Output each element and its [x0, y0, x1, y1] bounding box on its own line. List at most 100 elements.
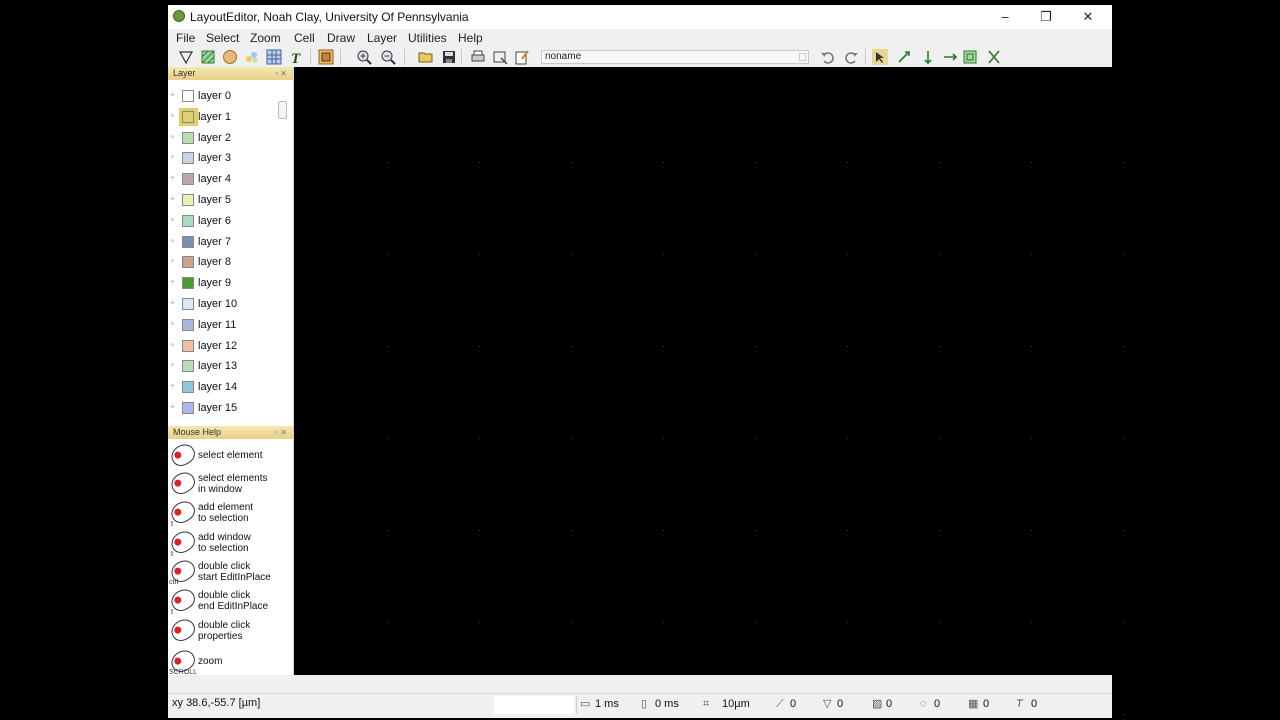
- modifier-key-icon: SCROLL: [169, 669, 198, 676]
- menu-draw[interactable]: Draw: [327, 31, 355, 45]
- layer-list-scrollbar[interactable]: [278, 101, 287, 119]
- layer-visibility-icon[interactable]: ◦: [171, 153, 177, 161]
- menu-utilities[interactable]: Utilities: [408, 31, 447, 45]
- layer-color-swatch[interactable]: [182, 173, 194, 186]
- layer-visibility-icon[interactable]: ◦: [171, 257, 177, 265]
- layer-visibility-icon[interactable]: ◦: [171, 132, 177, 140]
- scale-icon[interactable]: [962, 49, 978, 65]
- layer-color-swatch[interactable]: [182, 131, 194, 144]
- layer-color-swatch[interactable]: [182, 152, 194, 165]
- close-button[interactable]: ✕: [1068, 7, 1108, 27]
- circle-draw-icon[interactable]: [222, 49, 238, 65]
- layer-row[interactable]: ◦ layer 3: [168, 149, 280, 169]
- undo-icon[interactable]: [820, 49, 836, 65]
- layer-row[interactable]: ◦ layer 8: [168, 253, 280, 273]
- layer-row[interactable]: ◦ layer 4: [168, 170, 280, 190]
- layer-visibility-icon[interactable]: ◦: [171, 299, 177, 307]
- layer-visibility-icon[interactable]: ◦: [171, 278, 177, 286]
- menu-select[interactable]: Select: [206, 31, 239, 45]
- modifier-key-icon: ⇧: [169, 521, 175, 528]
- menu-layer[interactable]: Layer: [367, 31, 397, 45]
- layer-color-swatch[interactable]: [182, 214, 194, 227]
- layer-color-swatch[interactable]: [182, 235, 194, 248]
- cut-icon[interactable]: [986, 49, 1002, 65]
- layer-row[interactable]: ◦ layer 2: [168, 129, 280, 149]
- zoom-out-icon[interactable]: [380, 49, 396, 65]
- redo-icon[interactable]: [843, 49, 859, 65]
- layer-row[interactable]: ◦ layer 5: [168, 191, 280, 211]
- edit-icon[interactable]: [514, 49, 530, 65]
- grid-dot: [1123, 346, 1124, 347]
- layer-row[interactable]: ◦ layer 0: [168, 87, 280, 107]
- layer-panel-header: Layer ▫ ✕: [168, 67, 293, 80]
- layer-color-swatch[interactable]: [182, 360, 194, 373]
- layer-label: layer 8: [198, 256, 232, 269]
- screenshot-icon[interactable]: [492, 49, 508, 65]
- menu-file[interactable]: File: [176, 31, 195, 45]
- grid-dot: [663, 346, 664, 347]
- grid-dot: [479, 346, 480, 347]
- layer-color-swatch[interactable]: [182, 381, 194, 394]
- layer-color-swatch[interactable]: [182, 256, 194, 269]
- layer-visibility-icon[interactable]: ◦: [171, 215, 177, 223]
- layer-visibility-icon[interactable]: ◦: [171, 236, 177, 244]
- layer-color-swatch[interactable]: [182, 90, 194, 102]
- print-icon[interactable]: [470, 49, 486, 65]
- layer-color-swatch[interactable]: [182, 298, 194, 310]
- layer-row[interactable]: ◦ layer 1: [168, 107, 280, 128]
- rotate-icon[interactable]: [920, 49, 936, 65]
- cell-icon[interactable]: [318, 49, 334, 65]
- layer-visibility-icon[interactable]: ◦: [171, 111, 177, 119]
- select-mode-icon[interactable]: [872, 49, 888, 65]
- box-draw-icon[interactable]: [200, 49, 216, 65]
- layer-row[interactable]: ◦ layer 13: [168, 357, 280, 377]
- layer-row[interactable]: ◦ layer 15: [168, 399, 280, 419]
- menu-zoom[interactable]: Zoom: [250, 31, 281, 45]
- grid-dot: [847, 438, 848, 439]
- layer-row[interactable]: ◦ layer 6: [168, 212, 280, 232]
- layer-color-swatch[interactable]: [182, 277, 194, 290]
- restore-button[interactable]: ❐: [1026, 7, 1066, 27]
- cellref-icon[interactable]: [266, 49, 282, 65]
- layer-label: layer 0: [198, 90, 232, 102]
- layer-visibility-icon[interactable]: ◦: [171, 403, 177, 411]
- toolbar-separator: [865, 49, 866, 65]
- layer-visibility-icon[interactable]: ◦: [171, 340, 177, 348]
- panel-controls-icon[interactable]: ▫ ✕: [275, 426, 287, 439]
- layer-color-swatch[interactable]: [182, 318, 194, 331]
- menu-cell[interactable]: Cell: [294, 31, 315, 45]
- path-draw-icon[interactable]: [244, 49, 260, 65]
- move-icon[interactable]: [896, 49, 912, 65]
- combo-dropdown-icon[interactable]: [799, 53, 806, 61]
- panel-controls-icon[interactable]: ▫ ✕: [275, 67, 287, 80]
- save-icon[interactable]: [441, 49, 457, 65]
- minimize-button[interactable]: –: [985, 7, 1025, 27]
- polygon-draw-icon[interactable]: [178, 49, 194, 65]
- mouse-icon: [167, 468, 199, 498]
- layer-row[interactable]: ◦ layer 10: [168, 295, 280, 315]
- menu-help[interactable]: Help: [458, 31, 483, 45]
- zoom-in-icon[interactable]: [356, 49, 372, 65]
- layer-row[interactable]: ◦ layer 14: [168, 378, 280, 398]
- layer-color-swatch[interactable]: [182, 110, 194, 123]
- layer-visibility-icon[interactable]: ◦: [171, 361, 177, 369]
- layer-visibility-icon[interactable]: ◦: [171, 195, 177, 203]
- text-icon[interactable]: T: [288, 49, 304, 65]
- layer-row[interactable]: ◦ layer 12: [168, 337, 280, 357]
- layer-visibility-icon[interactable]: ◦: [171, 91, 177, 99]
- grid-dot: [939, 530, 940, 531]
- cell-name-combobox[interactable]: noname: [541, 50, 809, 64]
- layer-color-swatch[interactable]: [182, 402, 194, 414]
- layer-row[interactable]: ◦ layer 7: [168, 233, 280, 253]
- mouse-help-item: double click properties: [167, 615, 293, 646]
- layer-row[interactable]: ◦ layer 11: [168, 316, 280, 336]
- layer-visibility-icon[interactable]: ◦: [171, 319, 177, 327]
- open-icon[interactable]: [418, 49, 434, 65]
- drawing-canvas[interactable]: [294, 67, 1124, 715]
- layer-visibility-icon[interactable]: ◦: [171, 382, 177, 390]
- layer-visibility-icon[interactable]: ◦: [171, 174, 177, 182]
- layer-color-swatch[interactable]: [182, 339, 194, 352]
- layer-row[interactable]: ◦ layer 9: [168, 274, 280, 294]
- layer-color-swatch[interactable]: [182, 194, 194, 206]
- flip-icon[interactable]: [942, 49, 958, 65]
